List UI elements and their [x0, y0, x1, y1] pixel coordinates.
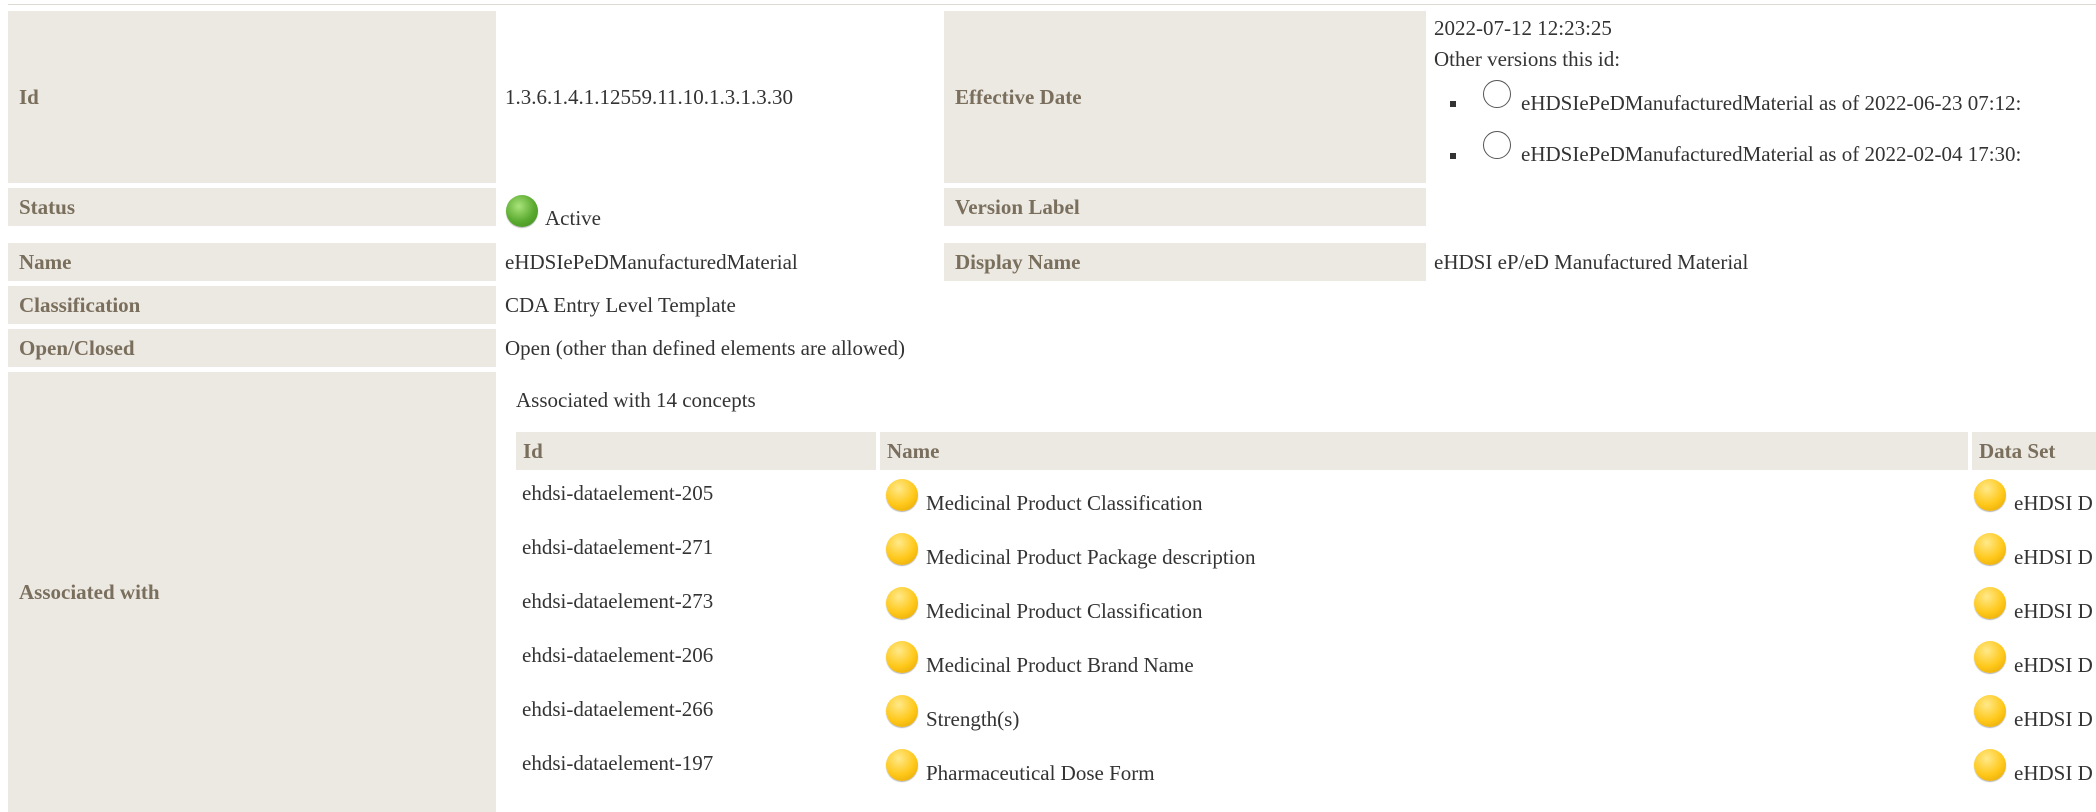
concept-name[interactable]: Medicinal Product Brand Name [926, 652, 1194, 678]
concept-status-icon [886, 479, 918, 511]
concept-id[interactable]: ehdsi-dataelement-273 [522, 588, 713, 614]
template-details-page: Id 1.3.6.1.4.1.12559.11.10.1.3.1.3.30 Ef… [0, 0, 2096, 812]
effective-date-label: Effective Date [944, 11, 1426, 183]
table-header-name: Name [880, 432, 1968, 470]
associated-with-label: Associated with [8, 372, 496, 812]
concept-dataset[interactable]: eHDSI D [2014, 652, 2093, 678]
dataset-status-icon [1974, 695, 2006, 727]
concept-id[interactable]: ehdsi-dataelement-271 [522, 534, 713, 560]
concept-status-icon [886, 695, 918, 727]
table-header-id: Id [516, 432, 876, 470]
name-label: Name [8, 243, 496, 281]
dataset-status-icon [1974, 641, 2006, 673]
concept-id[interactable]: ehdsi-dataelement-206 [522, 642, 713, 668]
other-version-link-2[interactable]: eHDSIePeDManufacturedMaterial as of 2022… [1521, 141, 2021, 167]
concept-status-icon [886, 587, 918, 619]
concept-status-icon [886, 641, 918, 673]
dataset-status-icon [1974, 749, 2006, 781]
concept-name[interactable]: Medicinal Product Package description [926, 544, 1256, 570]
concept-name[interactable]: Medicinal Product Classification [926, 490, 1202, 516]
associated-summary: Associated with 14 concepts [516, 388, 756, 412]
classification-label: Classification [8, 286, 496, 324]
other-version-link-1[interactable]: eHDSIePeDManufacturedMaterial as of 2022… [1521, 90, 2021, 116]
concept-dataset[interactable]: eHDSI D [2014, 706, 2093, 732]
effective-date-value: 2022-07-12 12:23:25 [1434, 16, 1612, 40]
classification-value: CDA Entry Level Template [505, 292, 736, 317]
id-label: Id [8, 11, 496, 183]
display-name-value: eHDSI eP/eD Manufactured Material [1434, 249, 1749, 274]
status-active-icon [506, 195, 538, 227]
concept-dataset[interactable]: eHDSI D [2014, 760, 2093, 786]
concept-status-icon [886, 533, 918, 565]
dataset-status-icon [1974, 587, 2006, 619]
top-border [8, 4, 2096, 5]
display-name-label: Display Name [944, 243, 1426, 281]
open-closed-label: Open/Closed [8, 329, 496, 367]
concept-dataset[interactable]: eHDSI D [2014, 598, 2093, 624]
dataset-status-icon [1974, 533, 2006, 565]
version-bullet-2 [1450, 153, 1456, 159]
concept-status-icon [886, 749, 918, 781]
concept-name[interactable]: Strength(s) [926, 706, 1019, 732]
id-value: 1.3.6.1.4.1.12559.11.10.1.3.1.3.30 [505, 84, 793, 109]
concept-dataset[interactable]: eHDSI D [2014, 490, 2093, 516]
version-label-label: Version Label [944, 188, 1426, 226]
concept-name[interactable]: Medicinal Product Classification [926, 598, 1202, 624]
version-radio-2[interactable] [1483, 131, 1511, 159]
open-closed-value: Open (other than defined elements are al… [505, 335, 905, 360]
concept-id[interactable]: ehdsi-dataelement-266 [522, 696, 713, 722]
concept-name[interactable]: Pharmaceutical Dose Form [926, 760, 1155, 786]
version-radio-1[interactable] [1483, 80, 1511, 108]
status-label: Status [8, 188, 496, 226]
concept-id[interactable]: ehdsi-dataelement-205 [522, 480, 713, 506]
other-versions-label: Other versions this id: [1434, 47, 1621, 71]
name-value: eHDSIePeDManufacturedMaterial [505, 249, 798, 274]
status-value: Active [545, 206, 601, 230]
table-header-dataset: Data Set [1972, 432, 2096, 470]
concept-id[interactable]: ehdsi-dataelement-197 [522, 750, 713, 776]
version-bullet-1 [1450, 101, 1456, 107]
dataset-status-icon [1974, 479, 2006, 511]
concept-dataset[interactable]: eHDSI D [2014, 544, 2093, 570]
